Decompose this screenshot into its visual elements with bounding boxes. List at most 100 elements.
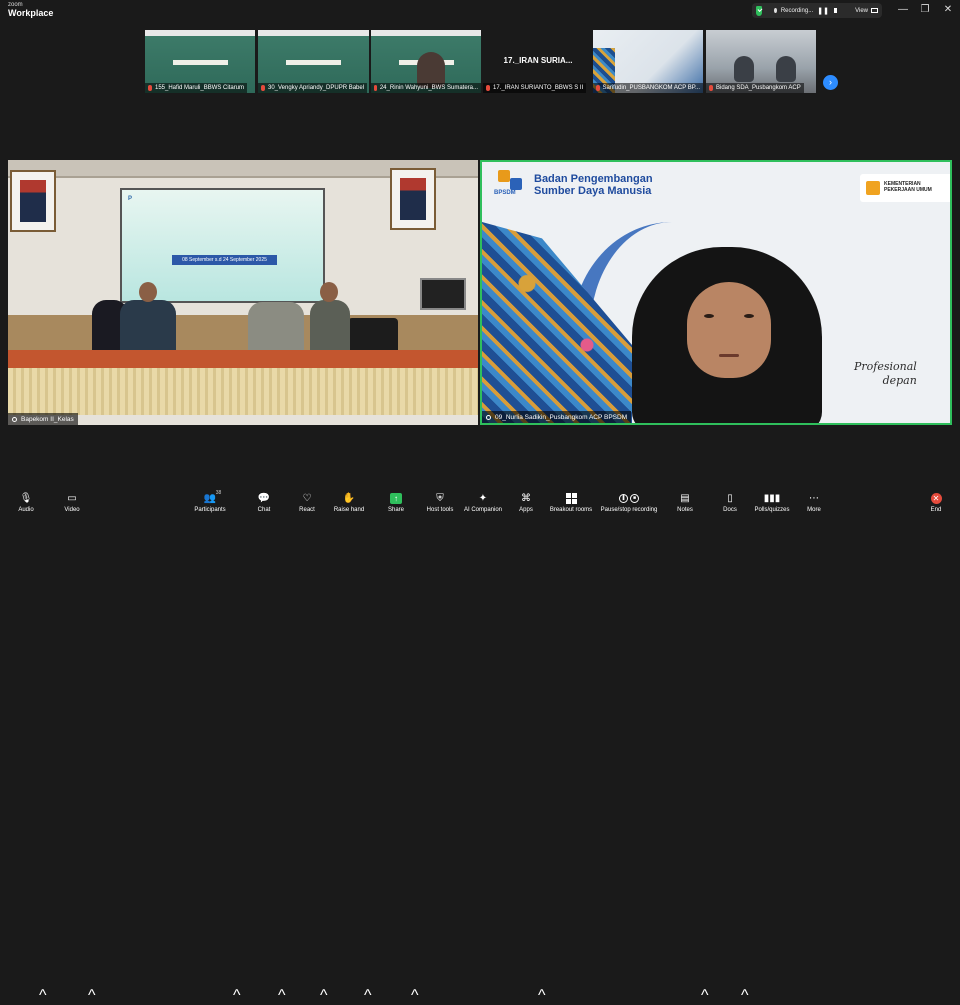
slide-text-block bbox=[285, 60, 342, 65]
logo-line-2: Workplace bbox=[8, 8, 54, 18]
share-options-chevron-icon[interactable]: ^ bbox=[411, 987, 419, 1005]
slide-header-bar bbox=[258, 30, 369, 36]
ministry-badge: KEMENTERIAN PEKERJAAN UMUM bbox=[860, 174, 950, 202]
audio-button[interactable]: 🎙 Audio bbox=[14, 491, 38, 518]
participant-display-name: 17._IRAN SURIA... bbox=[503, 56, 573, 65]
muted-mic-icon bbox=[148, 85, 152, 91]
shield-icon: ⛨ bbox=[436, 492, 444, 504]
raise-hand-button[interactable]: ✋ Raise hand bbox=[333, 491, 365, 518]
video-tile-active-speaker[interactable]: BPSDM Badan Pengembangan Sumber Daya Man… bbox=[480, 160, 952, 425]
participant-thumbnail[interactable]: Sarifudin_PUSBANGKOM ACP BP... bbox=[593, 30, 703, 93]
recording-indicator[interactable]: Recording... ❚❚ View bbox=[752, 3, 882, 18]
close-window-button[interactable]: ✕ bbox=[941, 4, 955, 15]
view-button[interactable]: View bbox=[855, 8, 878, 14]
participants-button[interactable]: 👥 38 Participants bbox=[190, 490, 230, 518]
react-options-chevron-icon[interactable]: ^ bbox=[320, 987, 328, 1005]
portrait-frame bbox=[390, 168, 436, 230]
speaker-face bbox=[687, 282, 771, 378]
participant-thumbnail[interactable]: 30_Vengky Apriandy_DPUPR Babel bbox=[258, 30, 369, 93]
attendee bbox=[248, 302, 304, 356]
background-slogan: Profesional depan bbox=[854, 360, 917, 388]
attendee bbox=[120, 300, 176, 355]
view-label: View bbox=[855, 7, 868, 14]
speaker-eye bbox=[744, 314, 754, 318]
stop-recording-icon[interactable] bbox=[833, 8, 838, 13]
pin-icon bbox=[12, 416, 17, 422]
participants-count: 38 bbox=[215, 490, 222, 496]
participant-thumbnail[interactable]: Bidang SDA_Pusbangkom ACP bbox=[706, 30, 816, 93]
tile-name-label: 09_Nurlia Sadikin_Pusbangkom ACP BPSDM bbox=[482, 411, 632, 423]
video-button[interactable]: ▭ Video bbox=[60, 491, 84, 518]
breakout-rooms-button[interactable]: Breakout rooms bbox=[549, 491, 593, 518]
muted-mic-icon bbox=[261, 85, 265, 91]
raise-hand-options-chevron-icon[interactable]: ^ bbox=[364, 987, 372, 1005]
muted-mic-icon bbox=[486, 85, 490, 91]
chat-button[interactable]: 💬 Chat bbox=[252, 491, 276, 518]
minimize-button[interactable]: — bbox=[896, 4, 910, 15]
ai-companion-button[interactable]: ✦ AI Companion bbox=[462, 491, 504, 518]
notes-button[interactable]: ▤ Notes bbox=[675, 491, 695, 518]
attendee-head bbox=[139, 282, 157, 302]
participant-video bbox=[776, 56, 796, 82]
slide-text-block bbox=[172, 60, 228, 65]
participant-name: Sarifudin_PUSBANGKOM ACP BP... bbox=[593, 83, 703, 93]
notes-icon: ▤ bbox=[680, 492, 690, 504]
apps-button[interactable]: ⌘ Apps bbox=[516, 491, 536, 518]
sparkle-icon: ✦ bbox=[478, 492, 488, 504]
video-tile-room[interactable]: P 08 September s.d 24 September 2025 Bap… bbox=[8, 160, 478, 425]
share-button[interactable]: ↑ Share bbox=[384, 491, 408, 518]
docs-options-chevron-icon[interactable]: ^ bbox=[741, 987, 749, 1005]
next-page-chevron-icon[interactable]: › bbox=[823, 75, 838, 90]
apps-icon: ⌘ bbox=[521, 492, 531, 504]
encryption-shield-icon[interactable] bbox=[756, 5, 762, 16]
title-bar: zoom Workplace Recording... ❚❚ View — ❐ … bbox=[0, 0, 960, 22]
polls-quizzes-button[interactable]: ▮▮▮ Polls/quizzes bbox=[753, 491, 791, 518]
portrait-frame bbox=[10, 170, 56, 232]
share-icon: ↑ bbox=[390, 492, 402, 504]
view-layout-icon bbox=[871, 8, 878, 13]
tile-name-label: Bapekom II_Kelas bbox=[8, 413, 78, 425]
recording-status: Recording... bbox=[780, 7, 814, 14]
table-skirt bbox=[8, 368, 478, 415]
heart-icon: ♡ bbox=[302, 492, 312, 504]
screen-date-banner: 08 September s.d 24 September 2025 bbox=[172, 255, 277, 265]
pause-stop-recording-button[interactable]: ❚ ■ Pause/stop recording bbox=[600, 491, 658, 518]
table bbox=[8, 350, 478, 368]
more-button[interactable]: ⋯ More bbox=[803, 491, 825, 518]
participant-thumbnail-strip: 155_Hafid Maruli_BBWS Citarum 30_Vengky … bbox=[0, 22, 960, 94]
notes-options-chevron-icon[interactable]: ^ bbox=[701, 987, 709, 1005]
host-tools-button[interactable]: ⛨ Host tools bbox=[425, 491, 455, 518]
speaker-mouth bbox=[719, 354, 739, 357]
restore-button[interactable]: ❐ bbox=[918, 4, 932, 15]
participants-options-chevron-icon[interactable]: ^ bbox=[233, 987, 241, 1005]
chat-options-chevron-icon[interactable]: ^ bbox=[278, 987, 286, 1005]
docs-icon: ▯ bbox=[727, 492, 733, 504]
pin-icon bbox=[486, 414, 491, 420]
participant-thumbnail[interactable]: 24_Rinin Wahyuni_BWS Sumatera... bbox=[371, 30, 481, 93]
audio-options-chevron-icon[interactable]: ^ bbox=[39, 987, 47, 1005]
zoom-logo: zoom Workplace bbox=[8, 2, 53, 18]
attendee-head bbox=[320, 282, 338, 302]
participant-thumbnail[interactable]: 17._IRAN SURIA... 17._IRAN SURIANTO_BBWS… bbox=[483, 30, 593, 93]
participant-name: Bidang SDA_Pusbangkom ACP bbox=[706, 83, 804, 93]
slide-header-bar bbox=[371, 30, 481, 36]
react-button[interactable]: ♡ React bbox=[295, 491, 319, 518]
docs-button[interactable]: ▯ Docs bbox=[720, 491, 740, 518]
participant-video bbox=[734, 56, 754, 82]
participant-name: 17._IRAN SURIANTO_BBWS S II bbox=[483, 83, 587, 93]
end-icon: ✕ bbox=[930, 492, 942, 504]
ministry-logo-icon bbox=[866, 181, 880, 195]
pause-recording-icon[interactable]: ❚❚ bbox=[817, 7, 829, 15]
video-options-chevron-icon[interactable]: ^ bbox=[88, 987, 96, 1005]
participant-thumbnail[interactable]: 155_Hafid Maruli_BBWS Citarum bbox=[145, 30, 255, 93]
chat-icon: 💬 bbox=[257, 492, 271, 504]
muted-mic-icon bbox=[596, 85, 600, 91]
participant-name: 155_Hafid Maruli_BBWS Citarum bbox=[145, 83, 248, 93]
participants-icon: 👥 38 bbox=[203, 490, 222, 504]
apps-options-chevron-icon[interactable]: ^ bbox=[538, 987, 546, 1005]
end-meeting-button[interactable]: ✕ End bbox=[926, 491, 946, 518]
speaker-eye bbox=[704, 314, 714, 318]
video-camera-icon: ▭ bbox=[67, 492, 77, 504]
recording-dot-icon bbox=[773, 8, 777, 13]
slide-header-bar bbox=[145, 30, 255, 36]
